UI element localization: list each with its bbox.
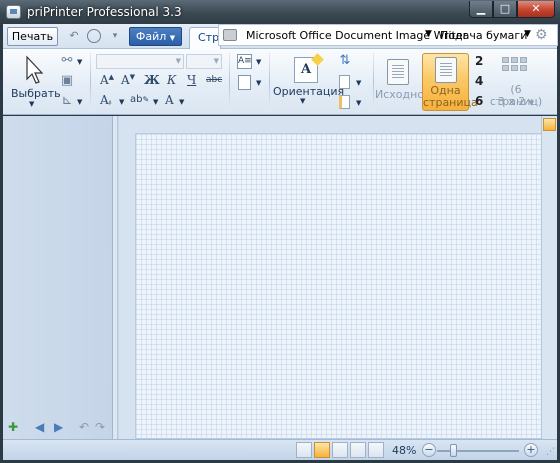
binoculars-dropdown-icon[interactable]: ▼ bbox=[77, 58, 82, 66]
add-page-icon[interactable]: ✚ bbox=[8, 420, 18, 434]
prev-page-icon[interactable]: ◀ bbox=[35, 420, 44, 434]
font-color-dropdown-icon[interactable]: ▼ bbox=[119, 98, 124, 106]
printer-selector[interactable]: Microsoft Office Document Image Writer ▼… bbox=[218, 24, 558, 46]
view-two-pages-icon[interactable] bbox=[350, 442, 366, 458]
shrink-font-button[interactable]: A▼ bbox=[121, 73, 135, 87]
zoom-slider-thumb[interactable] bbox=[449, 444, 457, 457]
rotate-page-icon[interactable]: ⇅ bbox=[337, 53, 353, 69]
separator bbox=[269, 53, 270, 111]
separator bbox=[373, 53, 374, 111]
bold-button[interactable]: Ж bbox=[144, 73, 160, 87]
view-grid-icon[interactable] bbox=[368, 442, 384, 458]
grow-font-button[interactable]: A▲ bbox=[100, 73, 114, 87]
page-preview[interactable] bbox=[135, 133, 547, 439]
main-area: ✚ ◀ ▶ ↶ ↷ bbox=[3, 116, 557, 439]
close-button[interactable]: ✕ bbox=[517, 1, 555, 18]
font-color-button[interactable]: Aᵦ bbox=[100, 93, 112, 107]
original-size-label: Исходное bbox=[375, 88, 431, 101]
shrink-font-letter: A bbox=[121, 73, 130, 87]
zoom-percent: 48% bbox=[392, 444, 417, 457]
one-page-button[interactable]: Одна страница bbox=[422, 53, 478, 111]
text-effect-button[interactable]: A bbox=[165, 93, 174, 107]
paper-feed-select[interactable]: Подача бумаги bbox=[440, 29, 527, 42]
preview-canvas bbox=[119, 116, 547, 439]
font-size-select[interactable]: ▼ bbox=[186, 54, 222, 69]
window-title: priPrinter Professional 3.3 bbox=[27, 5, 182, 19]
separator bbox=[229, 53, 230, 111]
original-size-button[interactable]: Исходное bbox=[375, 53, 431, 111]
orientation-button[interactable]: A Ориентация ▼ bbox=[273, 53, 344, 111]
highlight-dropdown-icon[interactable]: ▼ bbox=[153, 98, 158, 106]
file-menu-button[interactable]: Файл ▼ bbox=[129, 27, 182, 46]
ruler-icon[interactable]: ⊾ bbox=[59, 93, 75, 109]
next-page-icon[interactable]: ▶ bbox=[54, 420, 63, 434]
paper-feed-dropdown-icon[interactable]: ▼ bbox=[524, 29, 531, 39]
zoom-out-button[interactable]: − bbox=[422, 443, 436, 457]
printer-name: Microsoft Office Document Image Writer bbox=[246, 29, 468, 42]
thumbnail-pane: ✚ ◀ ▶ ↶ ↷ bbox=[3, 116, 113, 439]
app-window: priPrinter Professional 3.3 ▁ □ ✕ Печать… bbox=[0, 0, 560, 463]
undo-icon[interactable]: ↶ bbox=[67, 29, 81, 43]
ribbon-toolbar: Выбрать ▼ ⚯ ▼ ▣ ⊾ ▼ ▼ ▼ A▲ A▼ Ж К Ч abc … bbox=[3, 49, 557, 115]
pane-splitter[interactable] bbox=[113, 116, 118, 439]
app-logo-icon bbox=[6, 5, 21, 19]
minimize-button[interactable]: ▁ bbox=[469, 1, 493, 18]
right-sidebar bbox=[541, 116, 557, 439]
title-bar: priPrinter Professional 3.3 ▁ □ ✕ bbox=[0, 0, 560, 24]
six-pages-layout-label: 3 x 2 ▼ bbox=[497, 95, 535, 108]
status-bar: 48% − + ⋰ bbox=[3, 439, 557, 460]
redo-page-icon[interactable]: ↷ bbox=[95, 420, 105, 434]
grid-icon bbox=[502, 57, 528, 79]
zoom-in-button[interactable]: + bbox=[524, 443, 538, 457]
text-effect-dropdown-icon[interactable]: ▼ bbox=[179, 98, 184, 106]
six-pages-button[interactable]: (6 страниц) 3 x 2 ▼ bbox=[486, 53, 546, 111]
gear-icon[interactable]: ⚙ bbox=[535, 27, 548, 43]
select-tool-label: Выбрать bbox=[11, 87, 61, 100]
page-icon bbox=[435, 57, 457, 83]
margins-dropdown-icon[interactable]: ▼ bbox=[356, 99, 361, 107]
page-icon bbox=[387, 59, 409, 85]
strikethrough-button[interactable]: abc bbox=[206, 75, 222, 85]
print-button[interactable]: Печать bbox=[7, 27, 58, 46]
quick-access-dropdown-icon[interactable]: ▾ bbox=[108, 29, 122, 43]
italic-button[interactable]: К bbox=[167, 73, 176, 87]
page-size-icon[interactable] bbox=[339, 75, 350, 89]
font-family-select[interactable]: ▼ bbox=[96, 54, 184, 69]
resize-grip-icon[interactable]: ⋰ bbox=[546, 447, 555, 457]
cursor-arrow-icon bbox=[26, 55, 44, 84]
four-pages-option[interactable]: 4 bbox=[475, 74, 483, 88]
two-pages-option[interactable]: 2 bbox=[475, 54, 483, 68]
maximize-button[interactable]: □ bbox=[493, 1, 517, 18]
blank-page-dropdown-icon[interactable]: ▼ bbox=[256, 79, 261, 87]
six-pages-layout-text: 3 x 2 bbox=[497, 95, 526, 108]
file-menu-label: Файл bbox=[135, 30, 167, 43]
underline-button[interactable]: Ч bbox=[187, 73, 196, 87]
text-box-icon[interactable]: A≡ bbox=[237, 54, 252, 69]
blank-page-icon[interactable] bbox=[238, 75, 251, 90]
binoculars-icon[interactable]: ⚯ bbox=[59, 53, 75, 69]
select-dropdown-icon[interactable]: ▼ bbox=[29, 100, 34, 108]
one-page-label-line2: страница bbox=[423, 96, 478, 109]
printer-icon bbox=[223, 29, 237, 41]
side-panel-toggle-icon[interactable] bbox=[543, 118, 556, 131]
undo-page-icon[interactable]: ↶ bbox=[79, 420, 89, 434]
page-size-dropdown-icon[interactable]: ▼ bbox=[356, 79, 361, 87]
circle-icon[interactable] bbox=[87, 29, 101, 43]
grow-font-letter: A bbox=[100, 73, 109, 87]
text-box-dropdown-icon[interactable]: ▼ bbox=[256, 58, 261, 66]
separator bbox=[90, 53, 91, 111]
select-tool-button[interactable]: Выбрать ▼ bbox=[11, 53, 61, 109]
view-page-icon[interactable] bbox=[296, 442, 312, 458]
image-icon[interactable]: ▣ bbox=[59, 73, 75, 89]
view-continuous-icon[interactable] bbox=[332, 442, 348, 458]
view-single-icon[interactable] bbox=[314, 442, 330, 458]
ruler-dropdown-icon[interactable]: ▼ bbox=[77, 98, 82, 106]
printer-dropdown-icon[interactable]: ▼ bbox=[425, 29, 432, 39]
margins-icon[interactable] bbox=[339, 95, 350, 109]
six-pages-option[interactable]: 6 bbox=[475, 94, 483, 108]
highlight-button[interactable]: ab✎ bbox=[130, 94, 149, 105]
tab-page[interactable]: Стра bbox=[189, 27, 221, 49]
orientation-dropdown-icon[interactable]: ▼ bbox=[300, 97, 305, 105]
